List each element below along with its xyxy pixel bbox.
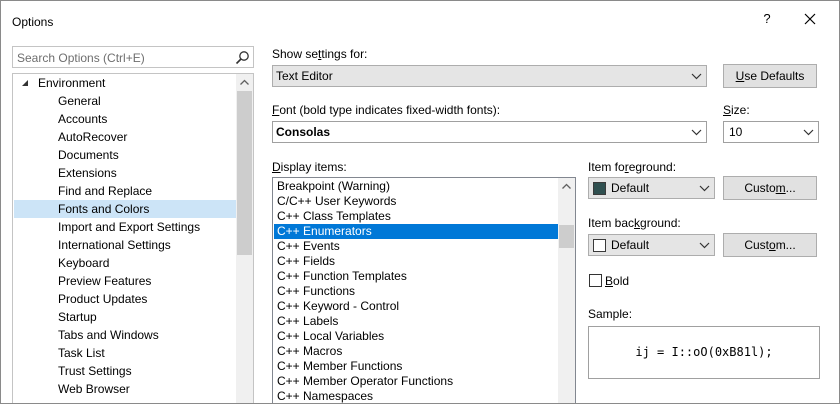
- display-item[interactable]: C++ Function Templates: [274, 269, 558, 284]
- close-icon: [804, 13, 816, 25]
- title-bar: Options ?: [1, 1, 839, 37]
- display-item[interactable]: C++ Member Operator Functions: [274, 374, 558, 389]
- display-item[interactable]: C++ Keyword - Control: [274, 299, 558, 314]
- tree-item-environment[interactable]: Environment: [14, 74, 236, 92]
- tree-item[interactable]: Keyboard: [14, 254, 236, 272]
- tree-item[interactable]: Extensions: [14, 164, 236, 182]
- display-items-label: Display items:: [272, 160, 347, 174]
- chevron-up-icon: [562, 183, 571, 189]
- tree-item[interactable]: Preview Features: [14, 272, 236, 290]
- tree-item-label: Preview Features: [58, 274, 152, 288]
- tree-item[interactable]: Accounts: [14, 110, 236, 128]
- tree-item-label: Extensions: [58, 166, 117, 180]
- chevron-down-icon: [699, 242, 710, 249]
- item-background-dropdown[interactable]: Default: [588, 234, 715, 256]
- close-button[interactable]: [798, 7, 822, 31]
- font-label: Font (bold type indicates fixed-width fo…: [272, 103, 501, 117]
- tree-item-label: Accounts: [58, 112, 108, 126]
- display-item[interactable]: C++ Enumerators: [274, 224, 558, 239]
- display-item[interactable]: C++ Fields: [274, 254, 558, 269]
- tree-item[interactable]: Fonts and Colors: [14, 200, 236, 218]
- tree-item-label: General: [58, 94, 101, 108]
- display-item[interactable]: C++ Macros: [274, 344, 558, 359]
- tree-item-label: Web Browser: [58, 382, 130, 396]
- tree-scroll-thumb[interactable]: [237, 91, 252, 255]
- tree-item[interactable]: Product Updates: [14, 290, 236, 308]
- chevron-down-icon: [803, 129, 814, 136]
- tree-item-label: Import and Export Settings: [58, 220, 201, 234]
- tree-item[interactable]: International Settings: [14, 236, 236, 254]
- list-scroll-thumb[interactable]: [559, 225, 574, 248]
- tree-item-label: International Settings: [58, 238, 171, 252]
- tree-item[interactable]: Trust Settings: [14, 362, 236, 380]
- background-color-swatch: [593, 239, 606, 252]
- list-scrollbar[interactable]: [558, 178, 575, 403]
- options-dialog: Options ? Environment General Accounts Aut…: [0, 0, 840, 404]
- chevron-down-icon: [691, 73, 702, 80]
- show-settings-label: Show settings for:: [272, 47, 368, 61]
- chevron-down-icon: [691, 129, 702, 136]
- tree-item-label: AutoRecover: [58, 130, 128, 144]
- item-foreground-dropdown[interactable]: Default: [588, 177, 715, 199]
- display-item[interactable]: C++ Labels: [274, 314, 558, 329]
- tree-item[interactable]: Find and Replace: [14, 182, 236, 200]
- item-background-label: Item background:: [588, 216, 681, 230]
- scroll-up-button[interactable]: [236, 74, 253, 91]
- display-item[interactable]: C++ Member Functions: [274, 359, 558, 374]
- size-dropdown[interactable]: 10: [723, 121, 819, 143]
- tree-item[interactable]: Startup: [14, 308, 236, 326]
- tree-item-label: Find and Replace: [58, 184, 153, 198]
- display-item[interactable]: C++ Events: [274, 239, 558, 254]
- tree-item-label: Keyboard: [58, 256, 110, 270]
- bold-checkbox[interactable]: [589, 274, 602, 287]
- display-item[interactable]: Breakpoint (Warning): [274, 179, 558, 194]
- size-label: Size:: [723, 103, 750, 117]
- use-defaults-button[interactable]: Use Defaults: [723, 64, 817, 88]
- chevron-down-icon: [699, 185, 710, 192]
- tree-item[interactable]: Task List: [14, 344, 236, 362]
- scroll-up-button[interactable]: [558, 178, 575, 195]
- custom-background-button[interactable]: Custom...: [723, 233, 817, 257]
- font-dropdown[interactable]: Consolas: [272, 121, 707, 143]
- tree-item-label: Documents: [58, 148, 119, 162]
- item-foreground-label: Item foreground:: [588, 160, 677, 174]
- search-icon[interactable]: [235, 50, 250, 65]
- show-settings-dropdown[interactable]: Text Editor: [272, 65, 707, 87]
- tree-item[interactable]: Tabs and Windows: [14, 326, 236, 344]
- display-item[interactable]: C++ Local Variables: [274, 329, 558, 344]
- display-item[interactable]: C++ Functions: [274, 284, 558, 299]
- display-items-list: Breakpoint (Warning) C/C++ User Keywords C…: [272, 177, 576, 403]
- dialog-title: Options: [12, 15, 54, 29]
- display-item[interactable]: C++ Namespaces: [274, 389, 558, 403]
- tree-item-label: Product Updates: [58, 292, 148, 306]
- foreground-color-swatch: [593, 182, 606, 195]
- tree-item-label: Task List: [58, 346, 105, 360]
- custom-foreground-button[interactable]: Custom...: [723, 176, 817, 200]
- search-box: [12, 46, 254, 68]
- tree-item-label: Startup: [58, 310, 97, 324]
- display-item[interactable]: C++ Class Templates: [274, 209, 558, 224]
- tree-item[interactable]: Documents: [14, 146, 236, 164]
- tree-item[interactable]: Web Browser: [14, 380, 236, 398]
- chevron-up-icon: [240, 79, 249, 85]
- tree-item[interactable]: Import and Export Settings: [14, 218, 236, 236]
- help-button[interactable]: ?: [758, 9, 776, 29]
- tree-item-label: Tabs and Windows: [58, 328, 159, 342]
- sample-preview: ij = I::oO(0xB81l);: [588, 326, 820, 379]
- tree-item-label: Trust Settings: [58, 364, 132, 378]
- sample-text: ij = I::oO(0xB81l);: [635, 345, 773, 359]
- sample-label: Sample:: [588, 307, 633, 321]
- bold-label[interactable]: Bold: [605, 274, 629, 288]
- expanded-arrow-icon[interactable]: [21, 79, 29, 87]
- options-tree: Environment General Accounts AutoRecover Do…: [12, 73, 254, 403]
- search-input[interactable]: [17, 50, 227, 65]
- tree-scrollbar[interactable]: [236, 74, 253, 403]
- tree-item[interactable]: AutoRecover: [14, 128, 236, 146]
- tree-item[interactable]: General: [14, 92, 236, 110]
- display-item[interactable]: C/C++ User Keywords: [274, 194, 558, 209]
- tree-item-label: Fonts and Colors: [58, 202, 150, 216]
